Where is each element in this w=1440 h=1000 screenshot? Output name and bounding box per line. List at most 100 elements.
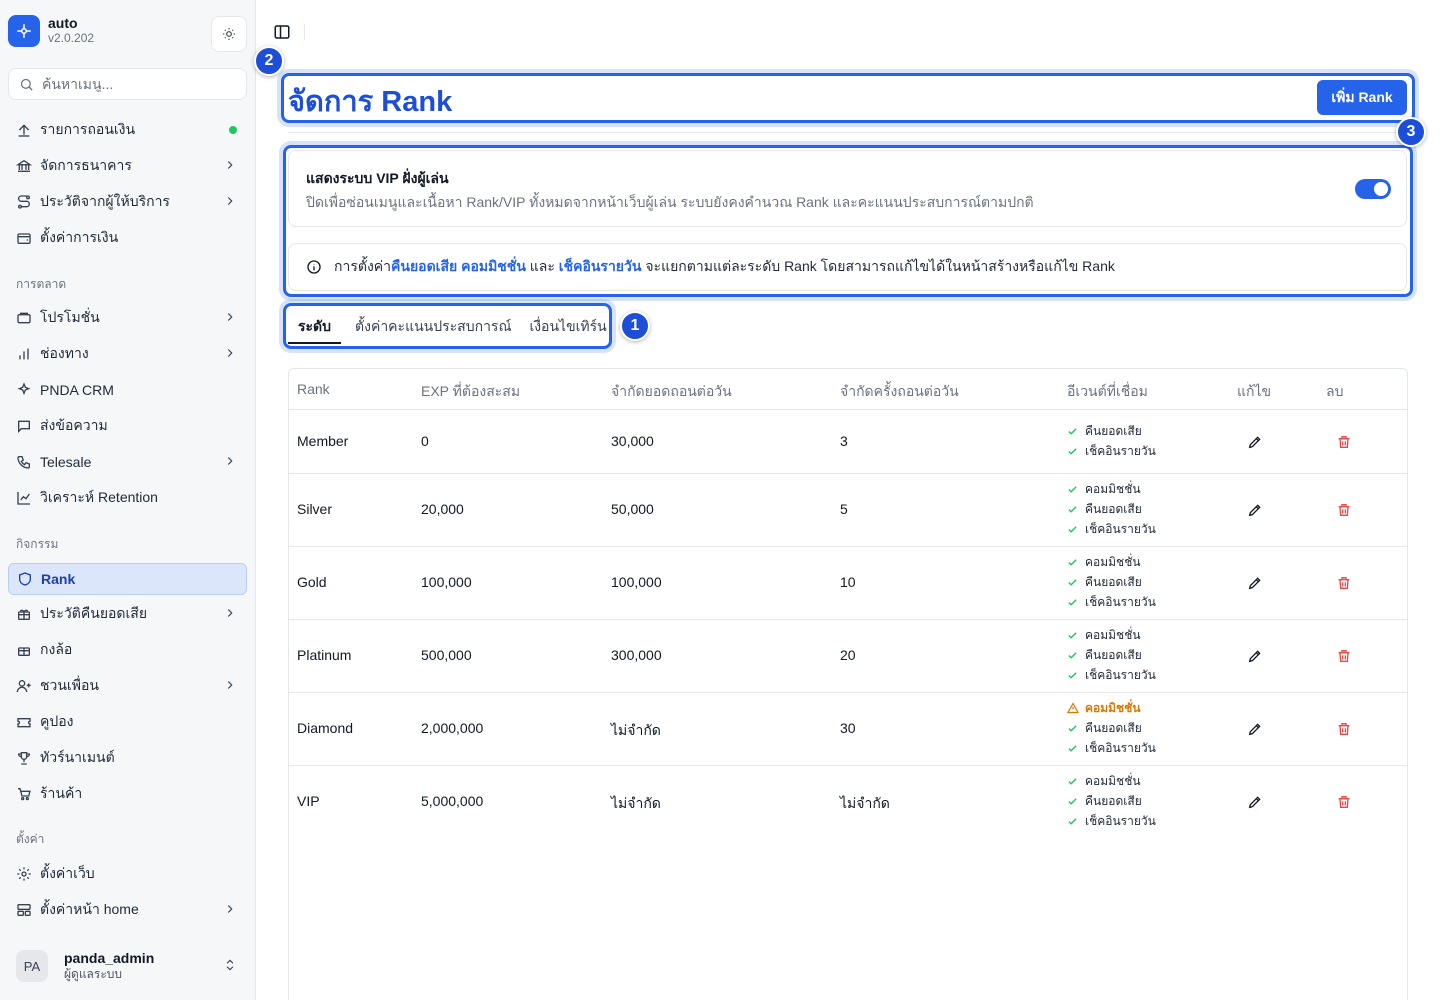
check-icon bbox=[1067, 776, 1079, 787]
linked-events: คืนยอดเสีย เช็คอินรายวัน bbox=[1067, 421, 1156, 461]
nav-channel[interactable]: ช่องทาง bbox=[8, 338, 247, 370]
info-link-commission[interactable]: คอมมิชชั่น bbox=[461, 256, 526, 278]
nav-bank[interactable]: จัดการธนาคาร bbox=[8, 150, 247, 182]
ticket-icon bbox=[16, 310, 32, 326]
nav-rank[interactable]: Rank bbox=[8, 563, 247, 595]
daily-withdraw-count: 10 bbox=[840, 574, 856, 590]
table-row: Silver 20,000 50,000 5 คอมมิชชั่น คืนยอด… bbox=[289, 473, 1407, 546]
nav-promotion[interactable]: โปรโมชั่น bbox=[8, 302, 247, 334]
chevron-right-icon bbox=[223, 194, 237, 211]
nav-sms[interactable]: ส่งข้อความ bbox=[8, 410, 247, 442]
nav-label: ร้านค้า bbox=[40, 785, 83, 801]
event-label: คืนยอดเสีย bbox=[1085, 423, 1142, 438]
nav-group-marketing: การตลาด bbox=[16, 277, 67, 291]
edit-button[interactable] bbox=[1247, 721, 1263, 737]
nav-finance-settings[interactable]: ตั้งค่าการเงิน bbox=[8, 222, 247, 254]
menu-search[interactable] bbox=[8, 68, 247, 100]
nav-withdraw[interactable]: รายการถอนเงิน bbox=[8, 114, 247, 146]
trash-icon bbox=[1338, 650, 1350, 662]
vip-visibility-toggle[interactable] bbox=[1355, 179, 1391, 199]
nav-provider-history[interactable]: ประวัติจากผู้ให้บริการ bbox=[8, 186, 247, 218]
sun-icon bbox=[223, 28, 235, 40]
event-label: คืนยอดเสีย bbox=[1085, 720, 1142, 735]
nav-shop[interactable]: ร้านค้า bbox=[8, 778, 247, 810]
edit-button[interactable] bbox=[1247, 434, 1263, 450]
rank-name: Member bbox=[297, 433, 349, 449]
linked-events: คอมมิชชั่น คืนยอดเสีย เช็คอินรายวัน bbox=[1067, 625, 1156, 685]
daily-withdraw-limit: 300,000 bbox=[611, 647, 662, 663]
nav-retention[interactable]: วิเคราะห์ Retention bbox=[8, 482, 247, 514]
nav-group-activity: กิจกรรม bbox=[16, 537, 59, 551]
linked-events: คอมมิชชั่น คืนยอดเสีย เช็คอินรายวัน bbox=[1067, 771, 1156, 831]
trash-icon bbox=[1338, 723, 1350, 735]
brand[interactable]: auto v2.0.202 bbox=[8, 15, 94, 47]
edit-button[interactable] bbox=[1247, 502, 1263, 518]
info-link-cashback[interactable]: คืนยอดเสีย bbox=[391, 256, 457, 278]
event-label: คอมมิชชั่น bbox=[1085, 554, 1141, 569]
nav-crm[interactable]: PNDA CRM bbox=[8, 374, 247, 406]
theme-toggle-button[interactable] bbox=[211, 16, 247, 52]
pencil-icon bbox=[1248, 504, 1261, 517]
add-rank-button[interactable]: เพิ่ม Rank bbox=[1317, 80, 1407, 115]
info-icon bbox=[306, 259, 322, 275]
nav-telesale[interactable]: Telesale bbox=[8, 446, 247, 478]
nav-label: ตั้งค่าหน้า home bbox=[40, 901, 139, 917]
nav-label: Rank bbox=[41, 571, 76, 587]
tab-turnover-conditions[interactable]: เงื่อนไขเทิร์น bbox=[525, 306, 610, 344]
info-link-checkin[interactable]: เช็คอินรายวัน bbox=[559, 256, 642, 278]
event-label: เช็คอินรายวัน bbox=[1085, 813, 1156, 828]
nav-tournament[interactable]: ทัวร์นาเมนต์ bbox=[8, 742, 247, 774]
search-icon bbox=[20, 78, 33, 91]
user-menu[interactable]: PA panda_admin ผู้ดูแลระบบ bbox=[8, 944, 247, 988]
check-icon bbox=[1067, 743, 1079, 754]
trend-chart-icon bbox=[16, 490, 32, 506]
delete-button[interactable] bbox=[1336, 648, 1352, 664]
event-label: เช็คอินรายวัน bbox=[1085, 443, 1156, 458]
nav-coupon[interactable]: คูปอง bbox=[8, 706, 247, 738]
nav-web-settings[interactable]: ตั้งค่าเว็บ bbox=[8, 858, 247, 890]
check-icon bbox=[1067, 484, 1079, 495]
check-icon bbox=[1067, 630, 1079, 641]
nav-home-settings[interactable]: ตั้งค่าหน้า home bbox=[8, 894, 247, 926]
nav-box[interactable]: กงล้อ bbox=[8, 634, 247, 666]
sidebar-toggle-button[interactable] bbox=[272, 22, 292, 42]
delete-button[interactable] bbox=[1336, 502, 1352, 518]
nav-label: PNDA CRM bbox=[40, 382, 114, 398]
event-item: คอมมิชชั่น bbox=[1067, 771, 1156, 791]
sparkles-icon bbox=[16, 382, 32, 398]
daily-withdraw-count: 20 bbox=[840, 647, 856, 663]
app-name: auto bbox=[48, 15, 78, 31]
edit-button[interactable] bbox=[1247, 794, 1263, 810]
delete-button[interactable] bbox=[1336, 434, 1352, 450]
delete-button[interactable] bbox=[1336, 721, 1352, 737]
exp-required: 0 bbox=[421, 433, 429, 449]
nav-label: คูปอง bbox=[40, 713, 74, 729]
tab-levels[interactable]: ระดับ bbox=[288, 306, 342, 344]
delete-button[interactable] bbox=[1336, 575, 1352, 591]
rank-name: Gold bbox=[297, 574, 327, 590]
daily-withdraw-limit: ไม่จำกัด bbox=[611, 722, 661, 738]
info-notice: การตั้งค่า คืนยอดเสีย คอมมิชชั่น และ เช็… bbox=[288, 243, 1407, 291]
table-row: Diamond 2,000,000 ไม่จำกัด 30 คอมมิชชั่น… bbox=[289, 692, 1407, 765]
linked-events: คอมมิชชั่น คืนยอดเสีย เช็คอินรายวัน bbox=[1067, 552, 1156, 612]
event-item: คอมมิชชั่น bbox=[1067, 625, 1156, 645]
nav-invite[interactable]: ชวนเพื่อน bbox=[8, 670, 247, 702]
daily-withdraw-limit: 100,000 bbox=[611, 574, 662, 590]
check-icon bbox=[1067, 446, 1079, 457]
edit-button[interactable] bbox=[1247, 648, 1263, 664]
message-icon bbox=[16, 418, 32, 434]
event-item: คอมมิชชั่น bbox=[1067, 479, 1156, 499]
pencil-icon bbox=[1248, 436, 1261, 449]
nav-label: จัดการธนาคาร bbox=[40, 157, 132, 173]
wallet-icon bbox=[16, 230, 32, 246]
table-row: VIP 5,000,000 ไม่จำกัด ไม่จำกัด คอมมิชชั… bbox=[289, 765, 1407, 838]
menu-search-input[interactable] bbox=[42, 76, 232, 92]
chevron-right-icon bbox=[223, 678, 237, 695]
check-icon bbox=[1067, 650, 1079, 661]
check-icon bbox=[1067, 816, 1079, 827]
delete-button[interactable] bbox=[1336, 794, 1352, 810]
edit-button[interactable] bbox=[1247, 575, 1263, 591]
nav-cashback-history[interactable]: ประวัติคืนยอดเสีย bbox=[8, 598, 247, 630]
table-row: Member 0 30,000 3 คืนยอดเสีย เช็คอินรายว… bbox=[289, 409, 1407, 473]
tab-exp-settings[interactable]: ตั้งค่าคะแนนประสบการณ์ bbox=[351, 306, 515, 344]
